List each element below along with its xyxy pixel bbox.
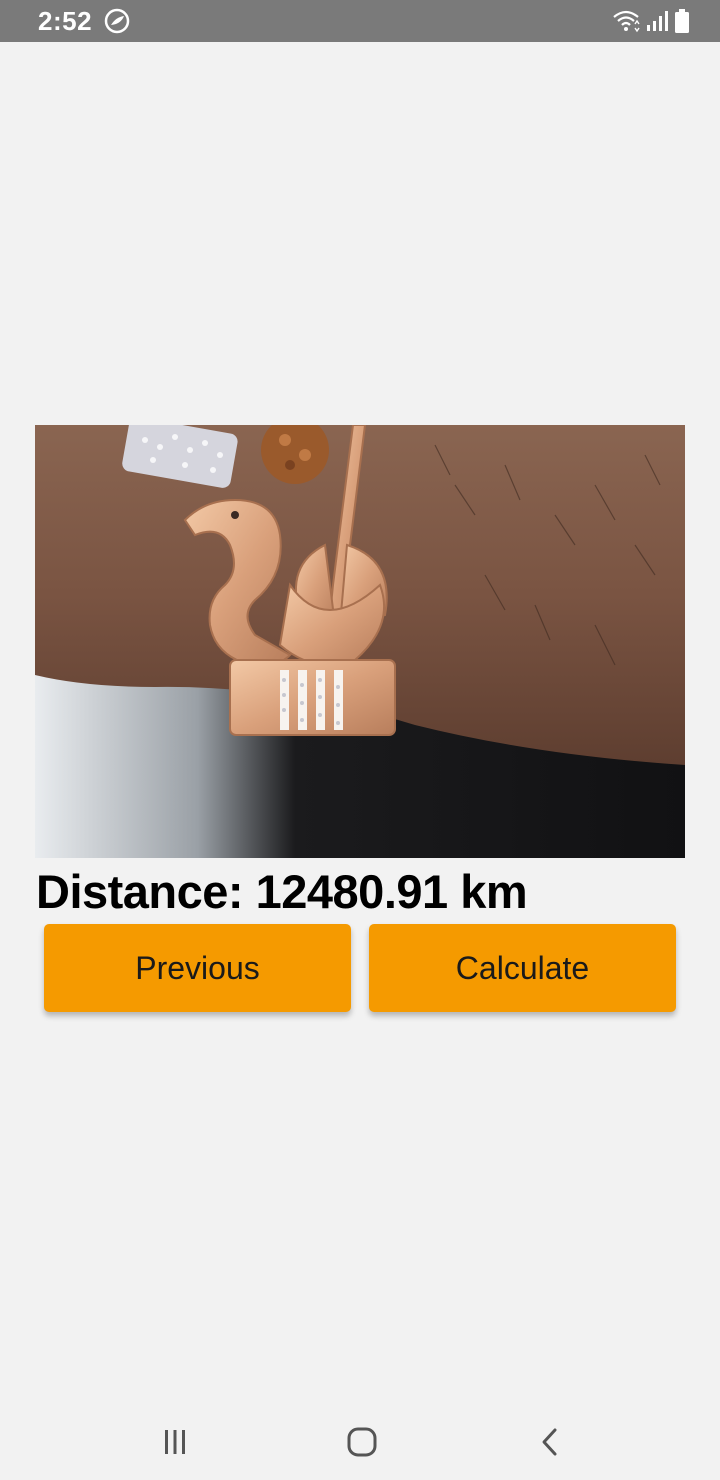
status-time: 2:52 [38, 5, 93, 36]
screen: 2:52 Distance: 12480.91 km Previous Calc… [0, 0, 720, 1480]
battery-icon [674, 8, 690, 34]
calculate-button[interactable]: Calculate [369, 924, 676, 1012]
home-icon[interactable] [342, 1422, 382, 1462]
previous-button-label: Previous [135, 949, 260, 986]
wifi-icon [612, 9, 640, 33]
status-icons [612, 8, 690, 34]
back-icon[interactable] [530, 1422, 570, 1462]
bracelet-on-wrist-photo [35, 425, 685, 858]
navigation-bar [0, 1400, 720, 1480]
previous-button[interactable]: Previous [44, 924, 351, 1012]
app-notification-icon [104, 8, 130, 34]
distance-text: Distance: 12480.91 km [36, 865, 528, 918]
signal-icon [646, 9, 668, 33]
status-bar: 2:52 [0, 0, 720, 42]
calculate-button-label: Calculate [455, 949, 590, 986]
recents-icon[interactable] [155, 1422, 195, 1462]
